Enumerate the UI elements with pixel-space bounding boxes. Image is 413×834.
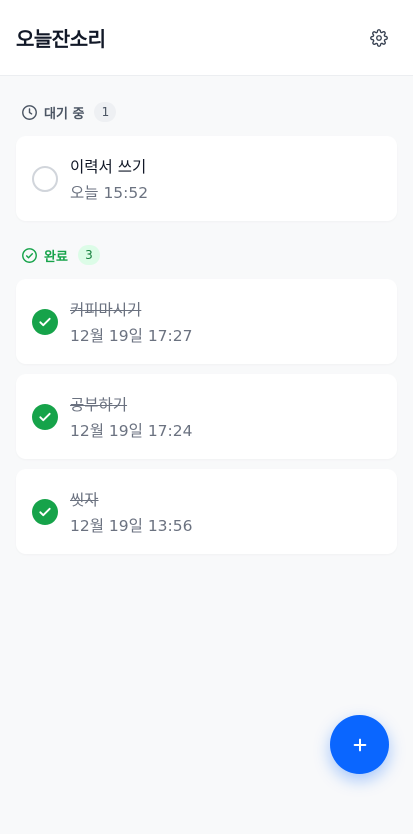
pending-section-header: 대기 중 1 [16, 100, 397, 124]
task-time: 오늘 15:52 [70, 183, 149, 202]
task-card[interactable]: 이력서 쓰기 오늘 15:52 [16, 136, 397, 221]
task-title: 씻자 [70, 490, 99, 509]
task-card[interactable]: 씻자 12월 19일 13:56 [16, 469, 397, 554]
done-label: 완료 [44, 249, 68, 265]
settings-button[interactable] [363, 22, 395, 54]
add-task-button[interactable] [330, 715, 389, 774]
pending-section: 대기 중 1 이력서 쓰기 오늘 15:52 [0, 100, 413, 221]
task-title: 커피마시기 [70, 300, 142, 319]
task-time: 12월 19일 13:56 [70, 516, 193, 535]
task-checkbox[interactable] [32, 165, 58, 192]
task-card[interactable]: 커피마시기 12월 19일 17:27 [16, 279, 397, 364]
done-section: 완료 3 커피마시기 12월 19일 17:27 공부하기 12월 19일 17… [0, 243, 413, 554]
app-title: 오늘잔소리 [16, 27, 106, 51]
checkmark-icon [39, 507, 51, 516]
plus-icon [353, 738, 366, 751]
task-checkbox[interactable] [32, 498, 58, 525]
pending-count-badge: 1 [94, 102, 117, 122]
clock-icon [22, 104, 37, 120]
done-count-badge: 3 [77, 245, 100, 265]
task-text: 공부하기 12월 19일 17:24 [70, 393, 193, 441]
task-time: 12월 19일 17:27 [70, 326, 193, 345]
task-card[interactable]: 공부하기 12월 19일 17:24 [16, 374, 397, 459]
task-time: 12월 19일 17:24 [70, 421, 193, 440]
task-text: 이력서 쓰기 오늘 15:52 [70, 155, 148, 203]
task-text: 커피마시기 12월 19일 17:27 [70, 298, 193, 346]
task-checkbox[interactable] [32, 403, 58, 430]
checkmark-icon [39, 317, 51, 326]
task-title: 이력서 쓰기 [70, 157, 147, 176]
checkmark-icon [39, 412, 51, 421]
pending-label: 대기 중 [44, 106, 85, 122]
task-checkbox[interactable] [32, 308, 58, 335]
app-header: 오늘잔소리 [0, 0, 413, 76]
check-circle-icon [22, 247, 37, 263]
gear-icon [370, 28, 388, 47]
task-text: 씻자 12월 19일 13:56 [70, 488, 193, 536]
done-section-header: 완료 3 [16, 243, 397, 267]
task-title: 공부하기 [70, 395, 128, 414]
